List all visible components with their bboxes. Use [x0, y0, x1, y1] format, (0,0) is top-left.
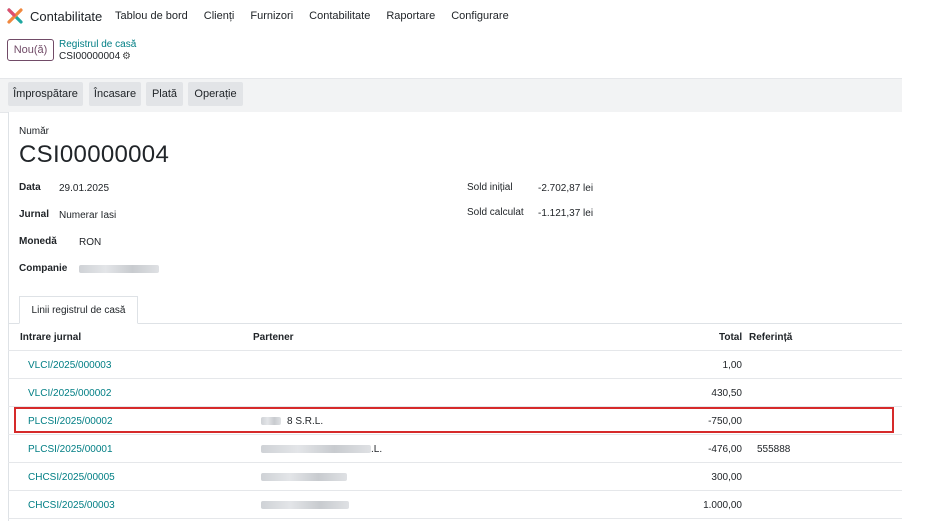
main-menu: Tablou de bord Clienți Furnizori Contabi…: [115, 10, 525, 22]
payment-button[interactable]: Plată: [146, 82, 183, 106]
date-label: Data: [19, 182, 41, 193]
highlight-box: [14, 407, 894, 433]
row-total: 430,50: [711, 388, 742, 399]
opening-balance-label: Sold inițial: [467, 182, 513, 193]
entry-link[interactable]: CHCSI/2025/00005: [28, 472, 115, 483]
table-row[interactable]: VLCI/2025/000003 1,00: [8, 351, 902, 379]
record-number: CSI00000004: [19, 141, 170, 168]
opening-balance-value: -2.702,87 lei: [538, 183, 594, 194]
menu-customers[interactable]: Clienți: [204, 10, 235, 22]
computed-balance-label: Sold calculat: [467, 207, 524, 218]
journal-label: Jurnal: [19, 209, 50, 220]
company-value-redacted[interactable]: [79, 264, 159, 275]
refresh-button[interactable]: Împrospătare: [8, 82, 83, 106]
table-row[interactable]: CHCSI/2025/00005 300,00: [8, 463, 902, 491]
row-total: -476,00: [708, 444, 742, 455]
menu-vendors[interactable]: Furnizori: [250, 10, 293, 22]
menu-configuration[interactable]: Configurare: [451, 10, 508, 22]
date-value[interactable]: 29.01.2025: [59, 183, 109, 194]
row-reference: 555888: [757, 444, 791, 455]
table-row[interactable]: VLCI/2025/000002 430,50: [8, 379, 902, 407]
entry-link[interactable]: VLCI/2025/000002: [28, 388, 111, 399]
table-row[interactable]: CHCSI/2025/00003 1.000,00: [8, 491, 902, 519]
table-row[interactable]: PLCSI/2025/00001 .L. -476,00 555888: [8, 435, 902, 463]
new-button[interactable]: Nou(ă): [7, 39, 54, 61]
row-total: 300,00: [711, 472, 742, 483]
menu-accounting[interactable]: Contabilitate: [309, 10, 370, 22]
table-header-row: [8, 324, 902, 351]
row-partner-redacted: [261, 500, 349, 511]
row-partner: .L.: [261, 444, 382, 455]
row-partner-redacted: [261, 472, 347, 483]
entry-link[interactable]: PLCSI/2025/00001: [28, 444, 113, 455]
company-label: Companie: [19, 263, 68, 274]
app-logo-icon[interactable]: [7, 8, 23, 24]
computed-balance-value: -1.121,37 lei: [538, 208, 594, 219]
currency-value[interactable]: RON: [79, 237, 101, 248]
receipt-button[interactable]: Încasare: [89, 82, 141, 106]
app-name[interactable]: Contabilitate: [30, 9, 102, 24]
row-total: 1.000,00: [703, 500, 742, 511]
operation-button[interactable]: Operație: [188, 82, 243, 106]
breadcrumb-parent[interactable]: Registrul de casă: [59, 39, 136, 50]
journal-value[interactable]: Numerar Iasi: [59, 210, 116, 221]
menu-dashboard[interactable]: Tablou de bord: [115, 10, 188, 22]
entry-link[interactable]: CHCSI/2025/00003: [28, 500, 115, 511]
gear-icon[interactable]: ⚙: [122, 51, 131, 62]
menu-reporting[interactable]: Raportare: [386, 10, 435, 22]
breadcrumb-current: CSI00000004: [59, 51, 121, 62]
row-total: 1,00: [722, 360, 742, 371]
tab-cash-lines[interactable]: Linii registrul de casă: [19, 296, 138, 324]
currency-label: Monedă: [19, 236, 57, 247]
number-label: Număr: [19, 126, 50, 137]
entry-link[interactable]: VLCI/2025/000003: [28, 360, 111, 371]
